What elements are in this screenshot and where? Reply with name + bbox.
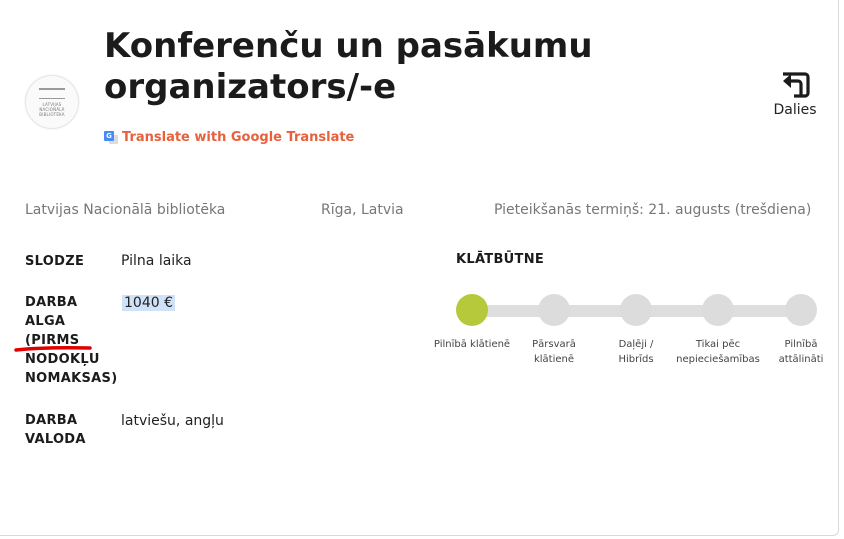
language-label: DARBA VALODA bbox=[25, 413, 86, 447]
translate-link[interactable]: G Translate with Google Translate bbox=[104, 130, 354, 145]
share-label: Dalies bbox=[773, 102, 817, 118]
share-button[interactable]: Dalies bbox=[770, 70, 820, 118]
presence-option-label: Tikai pēc nepieciešamības bbox=[676, 339, 760, 365]
annotation-underline bbox=[14, 346, 92, 352]
presence-option-label: Pilnībā klātienē bbox=[433, 339, 511, 350]
job-location: Rīga, Latvia bbox=[321, 202, 404, 218]
share-arrow-icon bbox=[783, 72, 810, 98]
organization-name: Latvijas Nacionālā bibliotēka bbox=[25, 202, 226, 218]
job-title: Konferenču un pasākumu organizators/-e bbox=[104, 26, 593, 107]
presence-option-dot[interactable] bbox=[456, 294, 488, 326]
workload-value: Pilna laika bbox=[121, 253, 192, 269]
organization-logo: LATVIJAS NACIONĀLĀ BIBLIOTĒKA bbox=[25, 75, 79, 129]
language-value: latviešu, angļu bbox=[121, 413, 224, 429]
presence-option-label: Pārsvarā klātienē bbox=[532, 339, 576, 365]
job-card: LATVIJAS NACIONĀLĀ BIBLIOTĒKA Konferenču… bbox=[0, 0, 839, 536]
presence-option-dot[interactable] bbox=[620, 294, 652, 326]
presence-option-label: Daļēji / Hibrīds bbox=[618, 339, 654, 365]
logo-text-line: NACIONĀLĀ bbox=[39, 106, 65, 112]
salary-highlight: 1040 € bbox=[122, 295, 175, 311]
google-translate-icon: G bbox=[104, 130, 118, 145]
logo-mark-icon bbox=[39, 87, 65, 99]
logo-text-line: BIBLIOTĒKA bbox=[39, 111, 65, 117]
presence-option-dot[interactable] bbox=[538, 294, 570, 326]
presence-option-label: Pilnībā attālināti bbox=[778, 339, 824, 365]
presence-option-dot[interactable] bbox=[702, 294, 734, 326]
application-deadline: Pieteikšanās termiņš: 21. augusts (trešd… bbox=[494, 202, 812, 218]
presence-title: KLĀTBŪTNE bbox=[456, 252, 545, 267]
workload-label: SLODZE bbox=[25, 254, 85, 269]
translate-label: Translate with Google Translate bbox=[122, 130, 355, 145]
salary-label: DARBA ALGA (PIRMS NODOKĻU NOMAKSAS) bbox=[25, 295, 118, 386]
presence-option-dot[interactable] bbox=[785, 294, 817, 326]
salary-value: 1040 € bbox=[122, 295, 175, 311]
logo-text-line: LATVIJAS bbox=[42, 101, 62, 107]
